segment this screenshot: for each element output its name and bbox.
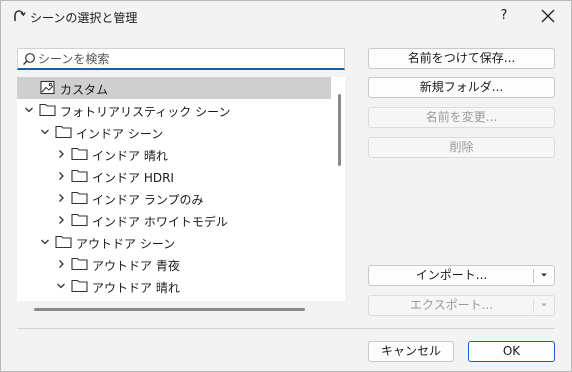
tree-item[interactable]: アウトドア シーン [17,231,331,253]
scene-manager-dialog: シーンの選択と管理 ? カスタムフォトリアリスティック シーンインドア シーンイ… [0,0,572,372]
folder-icon [71,257,88,271]
chevron-right-icon[interactable] [55,192,67,204]
new-folder-label: 新規フォルダ... [419,80,504,94]
chevron-down-icon[interactable] [55,280,67,292]
close-icon [541,9,555,23]
chevron-right-icon[interactable] [55,170,67,182]
tree-item[interactable]: カスタム [17,77,331,99]
folder-icon [71,279,88,293]
tree-item-label: アウトドア 青夜 [92,259,180,273]
folder-icon [55,125,72,139]
scene-tree[interactable]: カスタムフォトリアリスティック シーンインドア シーンインドア 晴れ インドア H… [17,77,345,301]
title-bar: シーンの選択と管理 ? [1,1,571,32]
dialog-title: シーンの選択と管理 [30,11,138,25]
import-label: インポート... [415,268,488,282]
tree-item[interactable]: インドア シーン [17,121,331,143]
tree-item[interactable]: アウトドア 晴れ [17,275,331,297]
export-button[interactable]: エクスポート... [368,295,555,316]
tree-item-label: カスタム [60,83,109,97]
ok-label: OK [502,344,521,358]
tree-item-label: インドア シーン [76,127,164,141]
footer-separator [17,328,555,329]
tree-item-label: アウトドア シーン [76,237,176,251]
delete-label: 削除 [449,140,474,154]
chevron-right-icon[interactable] [55,148,67,160]
tree-item-label: インドア ランプのみ [92,193,204,207]
folder-icon [71,147,88,161]
chevron-down-icon[interactable] [539,300,549,310]
app-icon [14,10,26,21]
folder-icon [55,235,72,249]
chevron-down-icon[interactable] [39,126,51,138]
save-as-label: 名前をつけて保存... [407,51,516,65]
ok-button[interactable]: OK [468,341,555,362]
folder-icon [71,169,88,183]
export-label: エクスポート... [409,298,494,312]
tree-item[interactable]: インドア 晴れ [17,143,331,165]
folder-icon [39,103,56,117]
chevron-right-icon[interactable] [55,258,67,270]
scene-image-icon [40,80,55,95]
search-box[interactable] [17,48,345,70]
import-split-divider [533,269,534,283]
export-split-divider [533,299,534,313]
tree-item-label: インドア HDRI [92,171,174,185]
chevron-down-icon[interactable] [23,104,35,116]
tree-item[interactable]: インドア ランプのみ [17,187,331,209]
chevron-down-icon[interactable] [539,270,549,280]
chevron-down-icon[interactable] [39,236,51,248]
search-icon [23,53,35,65]
close-button[interactable] [532,3,564,29]
new-folder-button[interactable]: 新規フォルダ... [368,77,555,98]
folder-icon [71,191,88,205]
rename-label: 名前を変更... [425,110,498,124]
tree-item[interactable]: フォトリアリスティック シーン [17,99,331,121]
help-button[interactable]: ? [489,3,519,29]
cancel-label: キャンセル [380,344,441,358]
tree-item-label: インドア ホワイトモデル [92,215,228,229]
tree-item-label: アウトドア 晴れ [92,281,180,295]
tree-horizontal-scrollbar[interactable] [34,308,305,311]
tree-item[interactable]: インドア ホワイトモデル [17,209,331,231]
cancel-button[interactable]: キャンセル [368,341,454,362]
tree-item[interactable]: インドア HDRI [17,165,331,187]
import-button[interactable]: インポート... [368,265,555,286]
tree-item-label: インドア 晴れ [92,149,168,163]
delete-button[interactable]: 削除 [368,137,555,158]
save-as-button[interactable]: 名前をつけて保存... [368,48,555,69]
tree-item-label: フォトリアリスティック シーン [60,105,231,119]
tree-vertical-scrollbar[interactable] [338,94,341,166]
chevron-right-icon[interactable] [55,214,67,226]
search-input[interactable] [38,50,338,68]
tree-item[interactable]: アウトドア 青夜 [17,253,331,275]
folder-icon [71,213,88,227]
rename-button[interactable]: 名前を変更... [368,107,555,128]
